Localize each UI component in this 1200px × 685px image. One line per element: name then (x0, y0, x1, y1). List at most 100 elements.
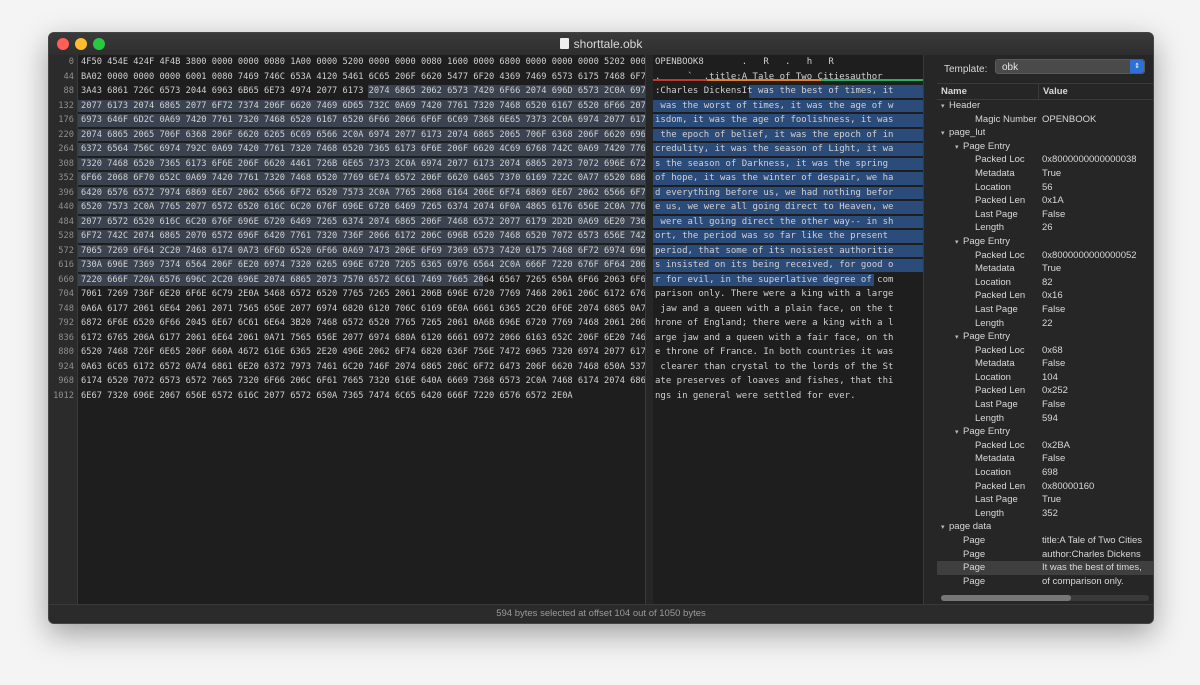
hex-row[interactable]: 0A63 6C65 6172 6572 0A74 6861 6E20 6372 … (78, 360, 645, 375)
tree-row[interactable]: Page title:A Tale of Two Cities (937, 534, 1153, 548)
hex-row[interactable]: 6F66 2068 6F70 652C 0A69 7420 7761 7320 … (78, 171, 645, 186)
tree-row[interactable]: Last Page False (937, 303, 1153, 317)
text-pane[interactable]: OPENBOOK8 . R . h R . ` .title:A Tale of … (653, 55, 923, 605)
text-row[interactable]: d everything before us, we had nothing b… (653, 186, 923, 201)
template-select[interactable]: obk ⇕ (995, 59, 1145, 74)
hex-pane[interactable]: 4F50 454E 424F 4F4B 3800 0000 0000 0080 … (78, 55, 645, 605)
disclosure-triangle-icon[interactable]: ▾ (941, 100, 949, 114)
column-value-header[interactable]: Value (1043, 84, 1068, 99)
hex-row[interactable]: 4F50 454E 424F 4F4B 3800 0000 0000 0080 … (78, 55, 645, 70)
tree-row[interactable]: Packed Loc 0x8000000000000052 (937, 249, 1153, 263)
disclosure-triangle-icon[interactable]: ▾ (941, 127, 949, 141)
tree-row[interactable]: Packed Loc 0x8000000000000038 (937, 153, 1153, 167)
disclosure-triangle-icon[interactable]: ▾ (955, 236, 963, 250)
hex-row[interactable]: 6172 6765 206A 6177 2061 6E64 2061 0A71 … (78, 331, 645, 346)
tree-row[interactable]: Last Page True (937, 493, 1153, 507)
disclosure-triangle-icon[interactable]: ▾ (941, 521, 949, 535)
text-row[interactable]: the epoch of belief, it was the epoch of… (653, 128, 923, 143)
text-row[interactable]: were all going direct the other way-- in… (653, 215, 923, 230)
tree-row[interactable]: Last Page False (937, 208, 1153, 222)
tree-row[interactable]: ▾ Header (937, 99, 1153, 113)
tree-row[interactable]: ▾ Page Entry (937, 425, 1153, 439)
hex-row[interactable]: 2077 6572 6520 616C 6C20 676F 696E 6720 … (78, 215, 645, 230)
text-row[interactable]: isdom, it was the age of foolishness, it… (653, 113, 923, 128)
hex-row[interactable]: 0A6A 6177 2061 6E64 2061 2071 7565 656E … (78, 302, 645, 317)
text-row[interactable]: s insisted on its being received, for go… (653, 258, 923, 273)
tree-row[interactable]: Length 26 (937, 221, 1153, 235)
tree-row[interactable]: Packed Len 0x252 (937, 384, 1153, 398)
text-row[interactable]: ort, the period was so far like the pres… (653, 229, 923, 244)
text-row[interactable]: arge jaw and a queen with a fair face, o… (653, 331, 923, 346)
tree-row[interactable]: Page It was the best of times, (937, 561, 1153, 575)
text-row[interactable]: was the worst of times, it was the age o… (653, 99, 923, 114)
hex-row[interactable]: 6420 6576 6572 7974 6869 6E67 2062 6566 … (78, 186, 645, 201)
hex-row[interactable]: 6520 7468 726F 6E65 206F 660A 4672 616E … (78, 345, 645, 360)
text-row[interactable]: . ` .title:A Tale of Two Citiesauthor (653, 70, 923, 85)
hex-row[interactable]: 7320 7468 6520 7365 6173 6F6E 206F 6620 … (78, 157, 645, 172)
tree-row[interactable]: Metadata True (937, 262, 1153, 276)
text-row[interactable]: parison only. There were a king with a l… (653, 287, 923, 302)
hex-row[interactable]: 2077 6173 2074 6865 2077 6F72 7374 206F … (78, 99, 645, 114)
text-row[interactable]: ngs in general were settled for ever. (653, 389, 923, 404)
tree-row[interactable]: Packed Loc 0x2BA (937, 439, 1153, 453)
disclosure-triangle-icon[interactable]: ▾ (955, 141, 963, 155)
text-row[interactable]: s the season of Darkness, it was the spr… (653, 157, 923, 172)
tree-row[interactable]: Metadata False (937, 357, 1153, 371)
text-row[interactable]: OPENBOOK8 . R . h R (653, 55, 923, 70)
tree-row[interactable]: ▾ page data (937, 520, 1153, 534)
tree-row[interactable]: Length 352 (937, 507, 1153, 521)
tree-row[interactable]: Metadata False (937, 452, 1153, 466)
hex-row[interactable]: BA02 0000 0000 0000 6001 0080 7469 746C … (78, 70, 645, 85)
disclosure-triangle-icon[interactable]: ▾ (955, 331, 963, 345)
tree-row[interactable]: Location 104 (937, 371, 1153, 385)
tree-row[interactable]: ▾ page_lut (937, 126, 1153, 140)
column-divider[interactable] (1038, 84, 1039, 99)
tree-row[interactable]: Location 56 (937, 181, 1153, 195)
tree-row[interactable]: Packed Len 0x1A (937, 194, 1153, 208)
hex-row[interactable]: 730A 696E 7369 7374 6564 206F 6E20 6974 … (78, 258, 645, 273)
hex-row[interactable]: 6520 7573 2C0A 7765 2077 6572 6520 616C … (78, 200, 645, 215)
tree-row[interactable]: Packed Loc 0x68 (937, 344, 1153, 358)
tree-row[interactable]: Magic Number OPENBOOK (937, 113, 1153, 127)
hex-row[interactable]: 3A43 6861 726C 6573 2044 6963 6B65 6E73 … (78, 84, 645, 99)
hex-row[interactable]: 6973 646F 6D2C 0A69 7420 7761 7320 7468 … (78, 113, 645, 128)
text-row[interactable]: clearer than crystal to the lords of the… (653, 360, 923, 375)
text-row[interactable]: period, that some of its noisiest author… (653, 244, 923, 259)
tree-row[interactable]: Length 22 (937, 317, 1153, 331)
tree-row[interactable]: ▾ Page Entry (937, 140, 1153, 154)
disclosure-triangle-icon[interactable]: ▾ (955, 426, 963, 440)
hex-row[interactable]: 6372 6564 756C 6974 792C 0A69 7420 7761 … (78, 142, 645, 157)
text-row[interactable]: e throne of France. In both countries it… (653, 345, 923, 360)
title-bar[interactable]: shorttale.obk (49, 33, 1153, 56)
tree-row[interactable]: ▾ Page Entry (937, 235, 1153, 249)
tree-row[interactable]: Page author:Charles Dickens (937, 548, 1153, 562)
tree-row[interactable]: Last Page False (937, 398, 1153, 412)
tree-row[interactable]: Page of comparison only. (937, 575, 1153, 589)
horizontal-scrollbar[interactable] (941, 595, 1149, 601)
hex-row[interactable]: 6F72 742C 2074 6865 2070 6572 696F 6420 … (78, 229, 645, 244)
hex-row[interactable]: 6872 6F6E 6520 6F66 2045 6E67 6C61 6E64 … (78, 316, 645, 331)
hex-row[interactable]: 7061 7269 736F 6E20 6F6E 6C79 2E0A 5468 … (78, 287, 645, 302)
text-row[interactable]: r for evil, in the superlative degree of… (653, 273, 923, 288)
tree-row[interactable]: Packed Len 0x16 (937, 289, 1153, 303)
text-row[interactable]: credulity, it was the season of Light, i… (653, 142, 923, 157)
template-tree[interactable]: ▾ Header Magic Number OPENBOOK ▾ page_lut ▾ Pag… (937, 99, 1153, 604)
text-row[interactable]: :Charles DickensIt was the best of times… (653, 84, 923, 99)
tree-row[interactable]: ▾ Page Entry (937, 330, 1153, 344)
text-row[interactable]: ate preserves of loaves and fishes, that… (653, 374, 923, 389)
hex-row[interactable]: 6E67 7320 696E 2067 656E 6572 616C 2077 … (78, 389, 645, 404)
hex-row[interactable]: 6174 6520 7072 6573 6572 7665 7320 6F66 … (78, 374, 645, 389)
tree-row[interactable]: Location 82 (937, 276, 1153, 290)
hex-row[interactable]: 2074 6865 2065 706F 6368 206F 6620 6265 … (78, 128, 645, 143)
text-row[interactable]: jaw and a queen with a plain face, on th… (653, 302, 923, 317)
tree-row[interactable]: Location 698 (937, 466, 1153, 480)
text-row[interactable]: of hope, it was the winter of despair, w… (653, 171, 923, 186)
tree-row[interactable]: Metadata True (937, 167, 1153, 181)
column-name-header[interactable]: Name (941, 84, 967, 99)
text-row[interactable]: e us, we were all going direct to Heaven… (653, 200, 923, 215)
text-row[interactable]: hrone of England; there were a king with… (653, 316, 923, 331)
tree-row[interactable]: Length 594 (937, 412, 1153, 426)
tree-row[interactable]: Packed Len 0x80000160 (937, 480, 1153, 494)
hex-row[interactable]: 7065 7269 6F64 2C20 7468 6174 0A73 6F6D … (78, 244, 645, 259)
scrollbar-thumb[interactable] (941, 595, 1071, 601)
